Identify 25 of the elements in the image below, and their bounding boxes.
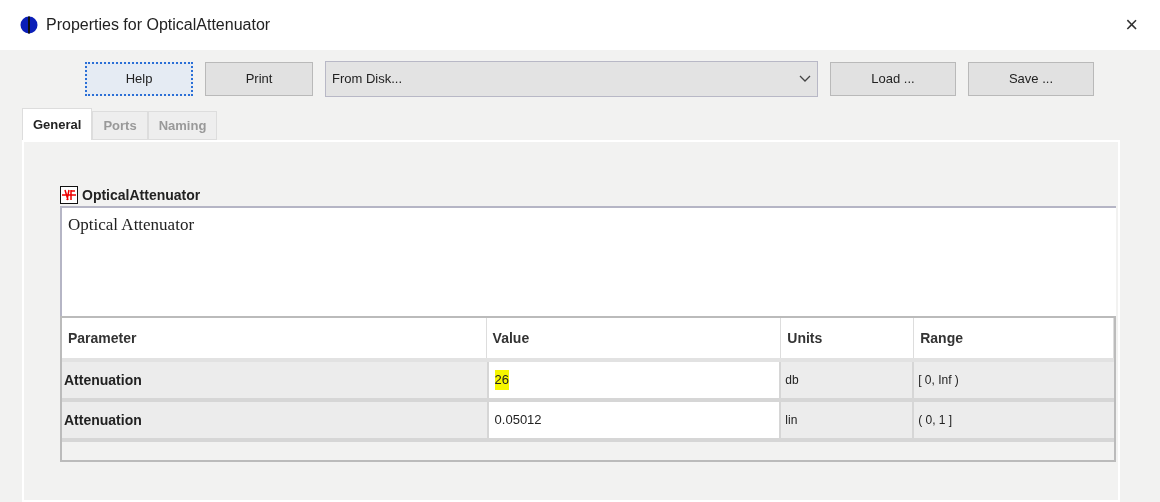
tab[interactable]: General bbox=[22, 108, 93, 140]
chevron-down-icon bbox=[799, 75, 811, 83]
column-header: Units bbox=[781, 318, 915, 358]
table-cell-text: Attenuation bbox=[63, 370, 143, 390]
value-field[interactable]: 26 bbox=[494, 370, 510, 390]
column-header: Value bbox=[486, 318, 782, 358]
column-header: Parameter bbox=[62, 318, 487, 358]
value-field[interactable]: 0.05012 bbox=[494, 410, 542, 430]
close-button[interactable]: × bbox=[1123, 14, 1140, 36]
description-area: Optical Attenuator bbox=[60, 206, 1116, 316]
component-name: OpticalAttenuator bbox=[82, 185, 201, 205]
table-cell-text: ( 0, 1 ] bbox=[917, 412, 954, 429]
table-cell-text: [ 0, Inf ) bbox=[917, 372, 960, 389]
source-dropdown[interactable]: From Disk... bbox=[325, 61, 818, 97]
table-cell: db bbox=[781, 362, 915, 398]
component-icon bbox=[60, 186, 78, 204]
column-header: Range bbox=[914, 318, 1114, 358]
toolbar-button[interactable]: Load ... bbox=[830, 62, 956, 96]
toolbar-button[interactable]: Help bbox=[85, 62, 193, 96]
toolbar-button[interactable]: Print bbox=[205, 62, 313, 96]
toolbar-button[interactable]: Save ... bbox=[968, 62, 1094, 96]
app-icon bbox=[20, 16, 38, 34]
table-cell: lin bbox=[781, 402, 915, 438]
table-cell-text: Attenuation bbox=[63, 410, 143, 430]
window-title: Properties for OpticalAttenuator bbox=[46, 15, 272, 35]
